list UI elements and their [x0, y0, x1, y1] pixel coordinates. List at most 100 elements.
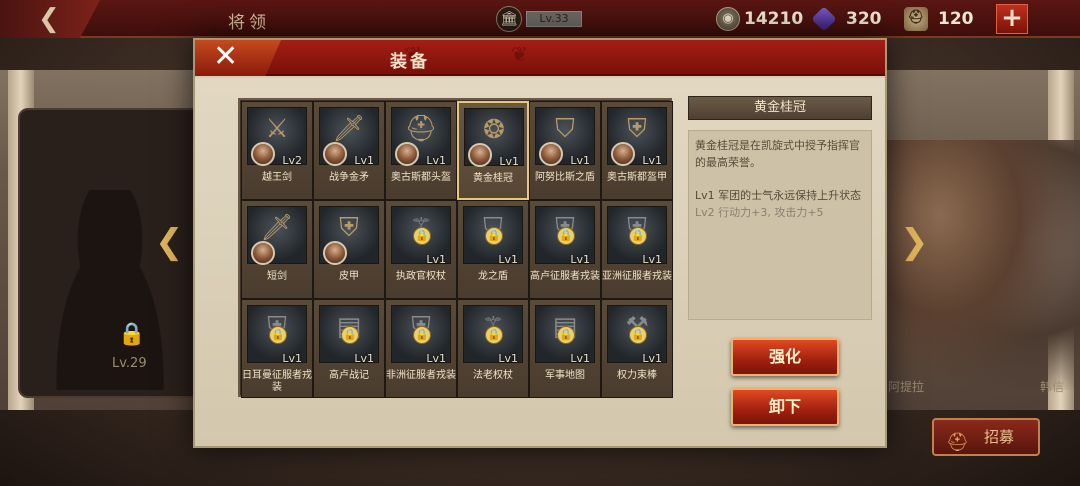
item-image: ⛉ Lv1 [535, 107, 595, 167]
item-level: Lv1 [498, 352, 518, 365]
gold-resource[interactable]: ◉ 14210 [716, 6, 803, 32]
item-name: 皮甲 [339, 271, 359, 282]
coin-icon: ◉ [716, 7, 740, 31]
item-name: 奥古斯都头盔 [391, 172, 451, 183]
lock-icon: 🔒 [413, 326, 431, 344]
item-name: 奥古斯都盔甲 [607, 172, 667, 183]
plus-icon: + [1001, 3, 1023, 33]
helm-resource[interactable]: ⛑ 120 [904, 6, 974, 32]
general-avatar [468, 143, 492, 167]
equipment-slot[interactable]: ⛉ Lv1 阿努比斯之盾 [529, 101, 601, 200]
item-image: ⛨ 🔒 Lv1 [247, 305, 307, 365]
lock-icon: 🔒 [485, 227, 503, 245]
helm-value: 120 [938, 9, 974, 29]
item-name: 高卢征服者戎装 [530, 271, 600, 282]
general-level-left: Lv.29 [112, 356, 147, 371]
lock-icon: 🔒 [413, 227, 431, 245]
detail-panel: 黄金桂冠是在凯旋式中授予指挥官的最高荣誉。 Lv1 军团的士气永远保持上升状态 … [688, 130, 872, 320]
item-name: 法老权杖 [473, 370, 513, 381]
laurel-icon: ❦ [511, 42, 528, 66]
equipment-slot[interactable]: ⛨ 皮甲 [313, 200, 385, 299]
equipment-slot[interactable]: ⛨ 🔒 Lv1 非洲征服者戎装 [385, 299, 457, 398]
item-name: 权力束棒 [617, 370, 657, 381]
item-level: Lv1 [570, 352, 590, 365]
equipment-slot[interactable]: ⛨ 🔒 Lv1 日耳曼征服者戎装 [241, 299, 313, 398]
equipment-slot[interactable]: 🗡 Lv1 战争金矛 [313, 101, 385, 200]
item-image: ⚔ Lv2 [247, 107, 307, 167]
recruit-button[interactable]: ⛑ 招募 [932, 418, 1040, 456]
equipment-slot[interactable]: ⛑ Lv1 奥古斯都头盔 [385, 101, 457, 200]
item-art-icon: ⛑ [404, 114, 438, 144]
item-image: ▤ 🔒 Lv1 [319, 305, 379, 365]
prev-arrow-icon[interactable]: ❮ [155, 222, 184, 262]
item-image: 🗡 Lv1 [319, 107, 379, 167]
lock-icon: 🔒 [269, 326, 287, 344]
recruit-label: 招募 [984, 428, 1015, 446]
back-button[interactable]: ❮ [0, 0, 100, 38]
item-level: Lv1 [354, 154, 374, 167]
equipment-slot[interactable]: ⛨ 🔒 Lv1 高卢征服者戎装 [529, 200, 601, 299]
item-art-icon: 🗡 [332, 114, 366, 144]
general-name: 韩信 [1040, 380, 1065, 394]
equipment-slot[interactable]: ⚔ Lv2 越王剑 [241, 101, 313, 200]
item-name: 越王剑 [262, 172, 292, 183]
detail-title: 黄金桂冠 [688, 96, 872, 120]
item-image: ⚚ 🔒 Lv1 [391, 206, 451, 266]
equipment-slot[interactable]: 🗡 短剑 [241, 200, 313, 299]
equipment-slot[interactable]: ⛨ 🔒 Lv1 亚洲征服者戎装 [601, 200, 673, 299]
strengthen-button[interactable]: 强化 [731, 338, 839, 376]
helmet-plus-icon: ⛑ [946, 432, 969, 453]
item-image: ⚚ 🔒 Lv1 [463, 305, 523, 365]
general-avatar [611, 142, 635, 166]
item-name: 亚洲征服者戎装 [602, 271, 672, 282]
item-image: ⚒ 🔒 Lv1 [607, 305, 667, 365]
item-name: 日耳曼征服者戎装 [242, 370, 312, 393]
item-image: ⛉ 🔒 Lv1 [463, 206, 523, 266]
lock-icon: 🔒 [557, 227, 575, 245]
equipment-slot[interactable]: ⚒ 🔒 Lv1 权力束棒 [601, 299, 673, 398]
equipment-slot[interactable]: ▤ 🔒 Lv1 高卢战记 [313, 299, 385, 398]
lock-icon: 🔒 [118, 322, 146, 347]
item-art-icon: ⛨ [627, 114, 647, 144]
temple-icon: 🏛 [496, 6, 522, 32]
equipment-slot[interactable]: ⛨ Lv1 奥古斯都盔甲 [601, 101, 673, 200]
next-arrow-icon[interactable]: ❯ [900, 222, 929, 262]
item-level: Lv1 [642, 352, 662, 365]
item-level: Lv1 [426, 154, 446, 167]
item-image: ⛨ Lv1 [607, 107, 667, 167]
equipment-slot[interactable]: ⛉ 🔒 Lv1 龙之盾 [457, 200, 529, 299]
general-avatar [323, 142, 347, 166]
item-name: 阿努比斯之盾 [535, 172, 595, 183]
page-title: 将领 [228, 13, 270, 33]
item-level: Lv1 [354, 352, 374, 365]
item-level: Lv1 [426, 352, 446, 365]
lock-icon: 🔒 [629, 227, 647, 245]
general-portraits-right[interactable] [880, 140, 1080, 390]
item-art-icon: ❂ [483, 115, 505, 145]
modal-header: ❦ 装备 ❦ ✕ [195, 40, 885, 76]
item-image: ⛨ 🔒 Lv1 [535, 206, 595, 266]
rank-indicator[interactable]: 🏛 Lv.33 [496, 6, 582, 32]
item-level: Lv1 [282, 352, 302, 365]
item-name: 非洲征服者戎装 [386, 370, 456, 381]
item-level: Lv2 [282, 154, 302, 167]
item-name: 战争金矛 [329, 172, 369, 183]
helmet-icon: ⛑ [904, 7, 928, 31]
equipment-slot[interactable]: ⚚ 🔒 Lv1 法老权杖 [457, 299, 529, 398]
item-image: ▤ 🔒 Lv1 [535, 305, 595, 365]
equipment-slot[interactable]: ⚚ 🔒 Lv1 执政官权杖 [385, 200, 457, 299]
general-avatar [323, 241, 347, 265]
add-resource-button[interactable]: + [996, 4, 1028, 34]
equipment-slot[interactable]: ❂ Lv1 黄金桂冠 [457, 101, 529, 200]
general-avatar [251, 241, 275, 265]
item-art-icon: ⚔ [265, 114, 289, 144]
item-description: 黄金桂冠是在凯旋式中授予指挥官的最高荣誉。 [695, 139, 860, 169]
unequip-button[interactable]: 卸下 [731, 388, 839, 426]
general-silhouette [35, 190, 185, 390]
item-name: 龙之盾 [478, 271, 508, 282]
equipment-slot[interactable]: ▤ 🔒 Lv1 军事地图 [529, 299, 601, 398]
item-image: ⛨ 🔒 Lv1 [607, 206, 667, 266]
lock-icon: 🔒 [629, 326, 647, 344]
gem-resource[interactable]: 320 [811, 6, 882, 32]
item-name: 黄金桂冠 [473, 173, 513, 184]
